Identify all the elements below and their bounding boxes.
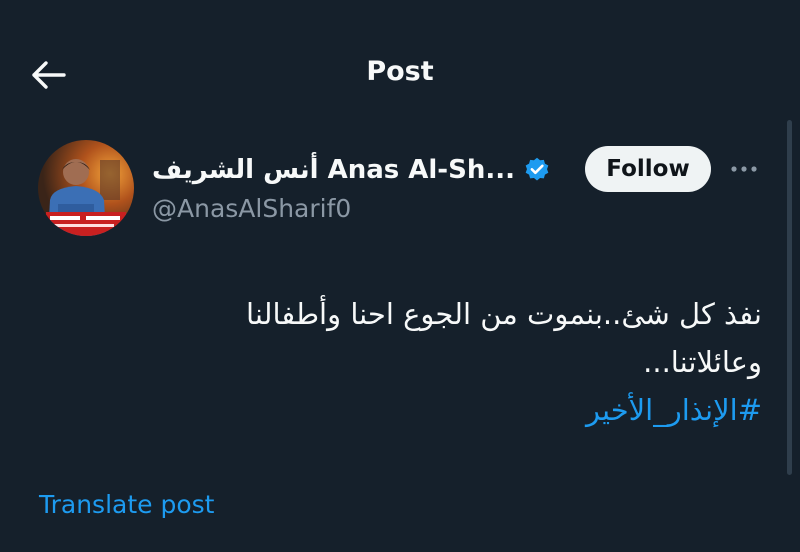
avatar[interactable]	[38, 140, 134, 236]
post-text-line: وعائلاتنا...	[643, 345, 762, 379]
follow-button[interactable]: Follow	[585, 146, 711, 192]
avatar-image	[38, 140, 134, 236]
scrollbar[interactable]	[787, 120, 792, 475]
verified-badge-icon	[525, 157, 549, 181]
more-options-button[interactable]	[728, 158, 760, 180]
post-header: Post	[0, 0, 800, 140]
page-title: Post	[366, 56, 434, 87]
author-name-row[interactable]: أنس الشريف Anas Al-Sh...	[152, 148, 551, 192]
author-handle[interactable]: @AnasAlSharif0	[152, 194, 351, 223]
more-horizontal-icon	[731, 166, 757, 172]
translate-post-link[interactable]: Translate post	[39, 490, 214, 519]
hashtag-link[interactable]: #الإنذار_الأخير	[150, 386, 762, 434]
display-name[interactable]: أنس الشريف Anas Al-Sh...	[152, 155, 515, 185]
post-body: نفذ كل شئ..بنموت من الجوع احنا وأطفالنا …	[150, 290, 762, 434]
post-text-line: نفذ كل شئ..بنموت من الجوع احنا وأطفالنا	[246, 297, 762, 331]
